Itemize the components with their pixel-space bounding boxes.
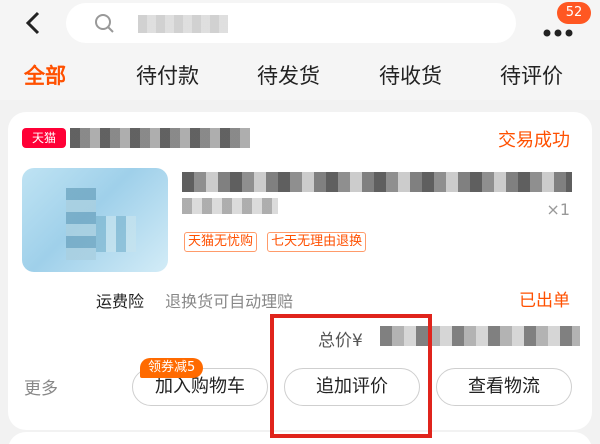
promo-tag: 七天无理由退换 [267,232,367,252]
back-icon[interactable] [20,6,50,40]
tmall-tag: 天猫 [22,128,66,148]
promo-tag: 天猫无忧购 [184,232,258,252]
tab-pending-receipt[interactable]: 待收货 [379,56,442,96]
view-logistics-button[interactable]: 查看物流 [436,368,572,406]
insurance-label: 运费险 [96,292,145,311]
top-header: 52 全部 待付款 待发货 待收货 待评价 [0,0,600,100]
total-price-label: 总价¥ [318,331,363,351]
insurance-description: 退换货可自动理赔 [165,292,294,311]
more-actions-link[interactable]: 更多 [24,374,58,399]
product-title-blurred[interactable] [182,172,572,192]
next-order-card [8,432,592,444]
tab-pending-shipment[interactable]: 待发货 [257,56,320,96]
more-menu-button[interactable]: 52 [535,2,591,42]
tab-pending-review[interactable]: 待评价 [500,56,563,96]
coupon-badge: 领券减5 [140,358,204,378]
order-status: 交易成功 [498,130,570,151]
message-count-badge: 52 [557,2,591,24]
search-icon [94,13,116,39]
shop-name-blurred[interactable] [70,128,250,148]
thumbnail-blur-a [66,188,96,260]
product-thumbnail[interactable] [22,168,168,272]
total-price-blurred [380,326,580,346]
tab-pending-payment[interactable]: 待付款 [136,56,199,96]
product-quantity: ×1 [546,200,570,219]
order-card[interactable]: 天猫 交易成功 ×1 天猫无忧购 七天无理由退换 运费险 退换货可自动理赔 已出… [8,112,592,430]
thumbnail-blur-b [96,216,136,252]
search-keyword-blurred [138,15,228,33]
search-input[interactable] [66,3,516,43]
shipping-insurance[interactable]: 运费险 退换货可自动理赔 [96,288,293,312]
order-tabs: 全部 待付款 待发货 待收货 待评价 [0,56,600,96]
product-sku-blurred [182,198,278,214]
shipping-status: 已出单 [519,291,570,311]
add-review-button[interactable]: 追加评价 [284,368,420,406]
promo-tags: 天猫无忧购 七天无理由退换 [184,230,371,252]
tab-all[interactable]: 全部 [24,56,66,96]
more-dots-icon [543,22,573,41]
